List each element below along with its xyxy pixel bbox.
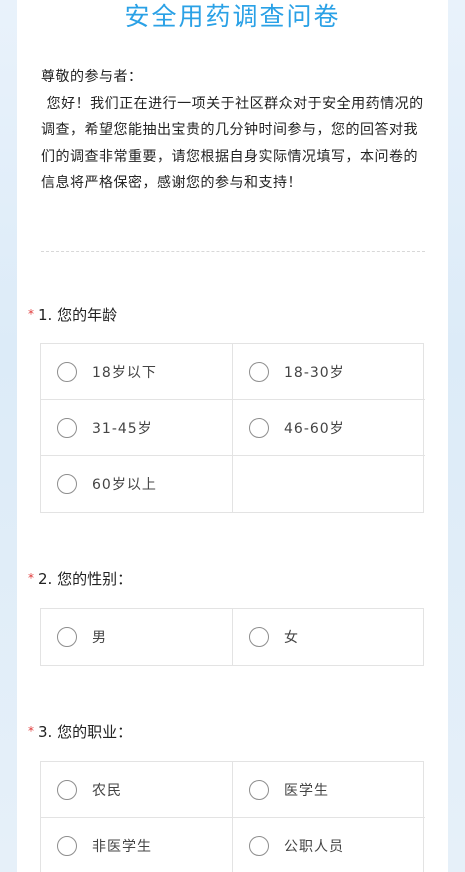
question-2-label: 2. 您的性别：: [38, 570, 133, 588]
radio-button[interactable]: [249, 835, 269, 856]
required-mark: *: [28, 307, 34, 321]
question-2-title: * 2. 您的性别：: [28, 569, 132, 590]
radio-button[interactable]: [57, 627, 77, 647]
section-divider: [41, 251, 425, 252]
option-label: 18-30岁: [284, 364, 345, 381]
question-3-label: 3. 您的职业：: [38, 723, 133, 741]
radio-button[interactable]: [57, 474, 77, 494]
option-farmer[interactable]: 农民: [41, 762, 233, 818]
radio-button[interactable]: [249, 779, 269, 800]
radio-button[interactable]: [57, 835, 77, 856]
question-2-options: 男 女: [40, 608, 424, 666]
survey-intro: 尊敬的参与者： 您好！我们正在进行一项关于社区群众对于安全用药情况的调查，希望您…: [41, 64, 426, 197]
survey-card: 安全用药调查问卷 尊敬的参与者： 您好！我们正在进行一项关于社区群众对于安全用药…: [17, 0, 448, 872]
question-1-label: 1. 您的年龄: [38, 306, 118, 324]
option-label: 46-60岁: [284, 420, 345, 437]
option-label: 非医学生: [92, 838, 152, 855]
option-label: 女: [284, 630, 299, 646]
required-mark: *: [28, 724, 34, 738]
option-female[interactable]: 女: [233, 609, 425, 665]
option-non-medical-student[interactable]: 非医学生: [41, 818, 233, 872]
option-over-60[interactable]: 60岁以上: [41, 456, 233, 512]
radio-button[interactable]: [249, 417, 269, 438]
option-label: 60岁以上: [92, 477, 157, 493]
question-3-title: * 3. 您的职业：: [28, 722, 132, 743]
survey-title: 安全用药调查问卷: [124, 2, 341, 31]
option-male[interactable]: 男: [41, 609, 233, 665]
radio-button[interactable]: [249, 627, 269, 647]
option-label: 医学生: [284, 782, 329, 799]
option-label: 男: [92, 630, 107, 646]
option-label: 31-45岁: [92, 420, 153, 437]
option-46-60[interactable]: 46-60岁: [233, 400, 425, 456]
option-label: 农民: [92, 782, 122, 799]
intro-body: 您好！我们正在进行一项关于社区群众对于安全用药情况的调查，希望您能抽出宝贵的几分…: [41, 95, 424, 192]
question-1-title: * 1. 您的年龄: [28, 305, 117, 326]
option-label: 18岁以下: [92, 364, 157, 381]
option-18-30[interactable]: 18-30岁: [233, 344, 425, 400]
option-label: 公职人员: [284, 838, 344, 855]
option-under-18[interactable]: 18岁以下: [41, 344, 233, 400]
radio-button[interactable]: [57, 417, 77, 438]
question-1-options: 18岁以下 18-30岁 31-45岁 46-60岁 60岁以上: [40, 343, 425, 513]
radio-button[interactable]: [57, 361, 77, 382]
radio-button[interactable]: [57, 779, 77, 800]
intro-greeting: 尊敬的参与者：: [41, 69, 143, 85]
radio-button[interactable]: [249, 361, 269, 382]
option-31-45[interactable]: 31-45岁: [41, 400, 233, 456]
option-civil-servant[interactable]: 公职人员: [233, 818, 425, 872]
question-3-options: 农民 医学生 非医学生 公职人员: [40, 761, 425, 872]
required-mark: *: [28, 571, 34, 585]
option-medical-student[interactable]: 医学生: [233, 762, 425, 818]
